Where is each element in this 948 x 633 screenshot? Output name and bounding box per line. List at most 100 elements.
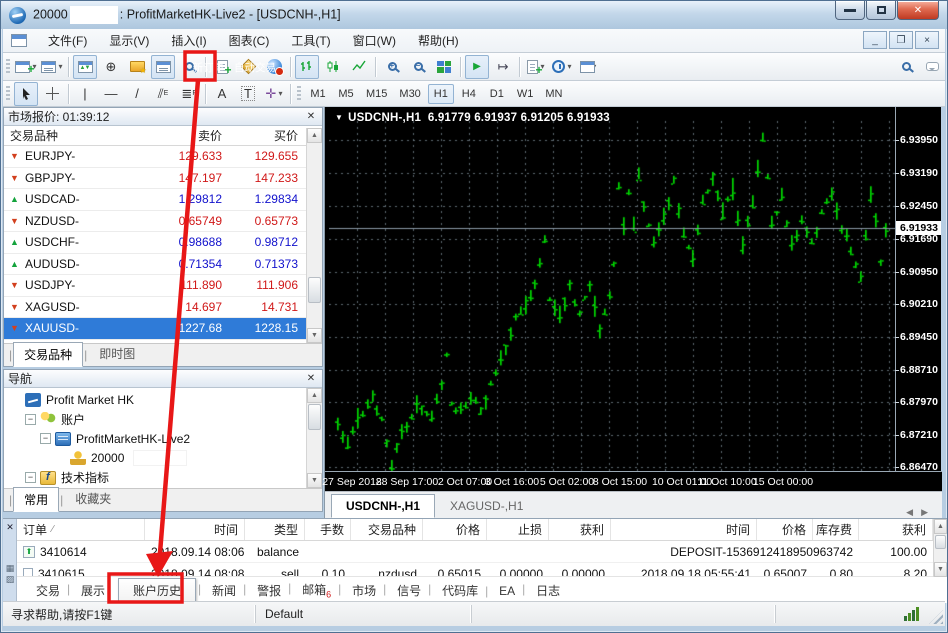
timeframe-button[interactable]: M15 xyxy=(361,84,392,104)
tab-scroll-right-icon[interactable]: ▶ xyxy=(921,507,928,518)
resize-grip[interactable] xyxy=(929,610,943,624)
restore-button[interactable] xyxy=(866,1,896,20)
channel-tool[interactable]: ⫽E xyxy=(151,82,175,106)
search-button[interactable] xyxy=(894,55,918,79)
terminal-column-header[interactable]: 库存费 xyxy=(813,519,859,540)
tree-expander-icon[interactable]: − xyxy=(40,433,51,444)
data-window-button[interactable]: ⊕ xyxy=(99,55,123,79)
horizontal-line-tool[interactable]: — xyxy=(99,82,123,106)
terminal-column-header[interactable]: 获利 xyxy=(859,519,933,540)
close-button[interactable]: ✕ xyxy=(897,1,939,20)
fibonacci-tool[interactable]: ≣F xyxy=(177,82,201,106)
menu-item[interactable]: 插入(I) xyxy=(160,29,217,52)
column-bid[interactable]: 卖价 xyxy=(130,127,228,144)
toolbar-grip[interactable] xyxy=(297,86,301,102)
menu-item[interactable]: 文件(F) xyxy=(37,29,98,52)
text-tool[interactable]: A xyxy=(210,82,234,106)
terminal-column-header[interactable]: 获利 xyxy=(549,519,611,540)
zoom-out-button[interactable]: − xyxy=(406,55,430,79)
timeframe-button[interactable]: H4 xyxy=(456,84,482,104)
market-watch-row[interactable]: GBPJPY- 147.197 147.233 xyxy=(4,168,322,190)
market-watch-tab[interactable]: 即时图 xyxy=(88,341,146,366)
terminal-tab[interactable]: 邮箱6 xyxy=(293,578,340,602)
trendline-tool[interactable]: / xyxy=(125,82,149,106)
tree-item[interactable]: 20000 xyxy=(4,449,322,469)
scrollbar-thumb[interactable] xyxy=(308,277,321,303)
terminal-toggle[interactable] xyxy=(151,55,175,79)
terminal-tab[interactable]: 日志 xyxy=(527,579,569,602)
market-watch-row[interactable]: XAUUSD- 1227.68 1228.15 xyxy=(4,318,322,340)
terminal-tab[interactable]: 市场 xyxy=(343,579,385,602)
terminal-column-header[interactable]: 订单∕ xyxy=(17,519,145,540)
market-watch-row[interactable]: EURJPY- 129.633 129.655 xyxy=(4,146,322,168)
navigator-toggle[interactable] xyxy=(125,55,149,79)
column-ask[interactable]: 买价 xyxy=(228,127,304,144)
timeframe-button[interactable]: MN xyxy=(540,84,567,104)
close-icon[interactable]: ✕ xyxy=(304,111,318,122)
arrows-tool[interactable]: ✛▾ xyxy=(262,82,286,106)
chart-tab[interactable]: XAGUSD-,H1 xyxy=(435,494,538,518)
terminal-order-row[interactable]: 34106152018.09.14 08:08:04sell0.10nzdusd… xyxy=(17,563,933,577)
new-chart-button[interactable]: +▾ xyxy=(14,55,38,79)
timeframe-button[interactable]: W1 xyxy=(512,84,539,104)
candlestick-button[interactable] xyxy=(321,55,345,79)
navigator-scrollbar[interactable]: ▲ ▼ xyxy=(306,388,322,488)
timeframe-button[interactable]: H1 xyxy=(428,84,454,104)
market-watch-tab[interactable]: 交易品种 xyxy=(13,342,83,367)
timeframe-button[interactable]: M1 xyxy=(305,84,331,104)
tree-item[interactable]: Profit Market HK xyxy=(4,390,322,410)
text-label-tool[interactable]: T xyxy=(236,82,260,106)
minimize-button[interactable] xyxy=(835,1,865,20)
scroll-up-icon[interactable]: ▲ xyxy=(307,128,322,143)
timeframe-button[interactable]: D1 xyxy=(484,84,510,104)
terminal-tab[interactable]: 交易 xyxy=(27,579,69,602)
scroll-down-icon[interactable]: ▼ xyxy=(934,562,947,577)
market-watch-toggle[interactable] xyxy=(73,55,97,79)
status-profile[interactable]: Default xyxy=(265,607,303,621)
terminal-column-header[interactable]: 时间 xyxy=(145,519,245,540)
community-chat-button[interactable] xyxy=(920,55,944,79)
market-watch-row[interactable]: USDCHF- 0.98688 0.98712 xyxy=(4,232,322,254)
auto-scroll-button[interactable]: ▶ xyxy=(465,55,489,79)
terminal-column-header[interactable]: 价格 xyxy=(423,519,487,540)
child-close-button[interactable]: × xyxy=(915,31,939,49)
terminal-tab[interactable]: 账户历史 xyxy=(118,578,196,603)
profiles-button[interactable]: ▾ xyxy=(40,55,64,79)
close-icon[interactable]: ✕ xyxy=(304,373,318,384)
terminal-tab[interactable]: 警报 xyxy=(248,579,290,602)
tree-item[interactable]: − 账户 xyxy=(4,410,322,430)
tree-item[interactable]: − ProfitMarketHK-Live2 xyxy=(4,429,322,449)
chart-tab[interactable]: USDCNH-,H1 xyxy=(331,494,435,518)
terminal-column-header[interactable]: 时间 xyxy=(611,519,757,540)
column-symbol[interactable]: 交易品种 xyxy=(4,127,130,144)
tree-expander-icon[interactable]: − xyxy=(25,414,36,425)
line-chart-button[interactable] xyxy=(347,55,371,79)
chart-shift-button[interactable]: ↦ xyxy=(491,55,515,79)
tile-windows-button[interactable] xyxy=(432,55,456,79)
scroll-down-icon[interactable]: ▼ xyxy=(307,473,322,488)
time-axis[interactable]: 27 Sep 201828 Sep 17:002 Oct 07:003 Oct … xyxy=(325,471,942,491)
chart-collapse-icon[interactable]: ▼ xyxy=(335,113,343,122)
bar-chart-button[interactable] xyxy=(295,55,319,79)
child-restore-button[interactable]: ❐ xyxy=(889,31,913,49)
menu-item[interactable]: 显示(V) xyxy=(98,29,160,52)
terminal-column-header[interactable]: 价格 xyxy=(757,519,813,540)
cursor-tool[interactable] xyxy=(14,82,38,106)
crosshair-tool[interactable] xyxy=(40,82,64,106)
terminal-column-header[interactable]: 类型 xyxy=(245,519,305,540)
periods-button[interactable]: ▾ xyxy=(550,55,574,79)
zoom-in-button[interactable]: + xyxy=(380,55,404,79)
scroll-up-icon[interactable]: ▲ xyxy=(307,388,322,403)
toolbar-grip[interactable] xyxy=(6,59,10,75)
terminal-order-row[interactable]: ⬆34106142018.09.14 08:06:59balanceDEPOSI… xyxy=(17,541,933,563)
terminal-column-header[interactable]: 止损 xyxy=(487,519,549,540)
timeframe-button[interactable]: M30 xyxy=(394,84,425,104)
market-watch-row[interactable]: NZDUSD- 0.65749 0.65773 xyxy=(4,211,322,233)
terminal-tab[interactable]: EA xyxy=(490,581,524,601)
market-watch-row[interactable]: XAGUSD- 14.697 14.731 xyxy=(4,297,322,319)
price-axis[interactable]: 6.939506.931906.924506.916906.909506.902… xyxy=(895,107,942,471)
tree-expander-icon[interactable]: − xyxy=(25,472,36,483)
navigator-tab[interactable]: 收藏夹 xyxy=(64,486,122,511)
templates-button[interactable]: ≈▾ xyxy=(576,55,600,79)
market-watch-row[interactable]: USDJPY- 111.890 111.906 xyxy=(4,275,322,297)
